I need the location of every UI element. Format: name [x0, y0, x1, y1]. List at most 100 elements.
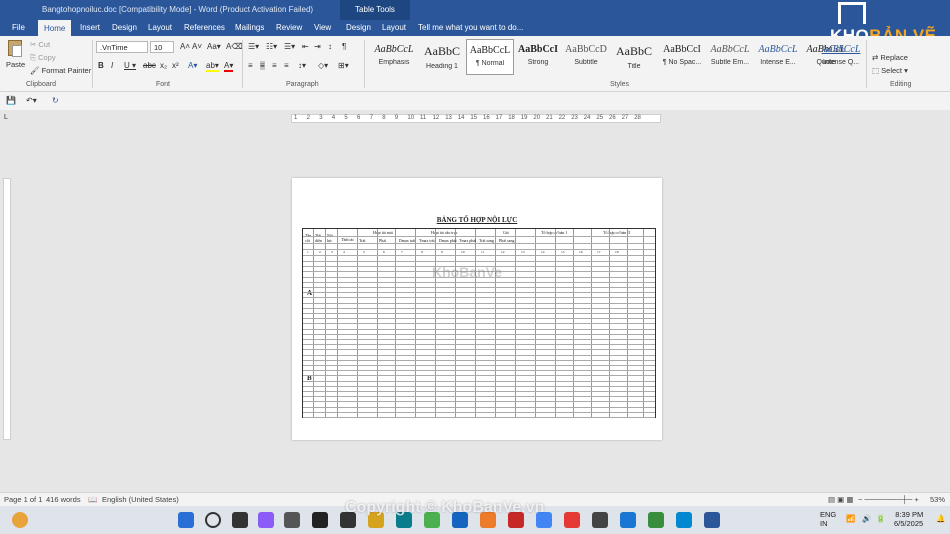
borders-button[interactable]: ⊞▾	[338, 61, 349, 70]
decrease-indent-button[interactable]: ⇤	[302, 42, 309, 51]
internal-force-table[interactable]: A B Tên cột Tiết diện Nội lực Tĩnh tải H…	[302, 228, 656, 418]
line-spacing-button[interactable]: ↕▾	[298, 61, 306, 70]
tab-table-design[interactable]: Design	[346, 22, 371, 33]
change-case-button[interactable]: Aa▾	[207, 42, 221, 51]
shading-button[interactable]: ◇▾	[318, 61, 328, 70]
clock[interactable]: 8:39 PM 6/5/2025	[894, 510, 923, 528]
horizontal-ruler[interactable]: 1 2 3 4 5 6 7 8 9 10 11 12 13 14 15 16 17 18 19 20 21 22 23 24 2…	[291, 114, 661, 123]
grow-font-button[interactable]: A˄	[180, 42, 190, 51]
language-indicator[interactable]: English (United States)	[102, 495, 179, 504]
style-subtle-emphasis[interactable]: AaBbCcL Subtle Em...	[706, 39, 754, 75]
style-intense-emphasis[interactable]: AaBbCcL Intense E...	[754, 39, 802, 75]
multilevel-list-button[interactable]: ☰▾	[284, 42, 295, 51]
table-row-line	[303, 282, 655, 283]
zoom-slider[interactable]: − ───────┼─ +	[858, 495, 919, 504]
zoom-level[interactable]: 53%	[930, 495, 945, 504]
search-icon[interactable]	[205, 512, 221, 528]
view-buttons[interactable]: ▤ ▣ ▦	[828, 495, 853, 504]
wifi-icon[interactable]: 📶	[846, 514, 855, 523]
font-name-combo[interactable]: .VnTime	[96, 41, 148, 53]
proofing-icon[interactable]: 📖	[88, 495, 97, 504]
app-icon[interactable]	[620, 512, 636, 528]
tab-mailings[interactable]: Mailings	[235, 22, 264, 33]
clear-format-icon[interactable]: A⌫	[226, 42, 243, 51]
tab-file[interactable]: File	[12, 22, 25, 33]
subscript-button[interactable]: x₂	[160, 61, 167, 70]
shrink-font-button[interactable]: A˅	[192, 42, 202, 51]
format-painter-button[interactable]: 🖌 Format Painter	[30, 66, 91, 75]
strikethrough-button[interactable]: abc	[143, 61, 156, 70]
app-icon[interactable]	[648, 512, 664, 528]
sort-button[interactable]: ↕	[328, 42, 332, 51]
tab-layout[interactable]: Layout	[148, 22, 172, 33]
italic-button[interactable]: I	[111, 61, 113, 70]
paste-icon[interactable]	[8, 40, 22, 57]
font-group-label: Font	[156, 81, 171, 88]
repeat-icon[interactable]: ↻	[52, 96, 59, 105]
align-center-button[interactable]: ≡	[260, 61, 265, 70]
table-row-line	[303, 344, 655, 345]
font-color-button[interactable]: A▾	[224, 61, 234, 72]
paste-button[interactable]: Paste	[6, 60, 25, 69]
show-marks-button[interactable]: ¶	[342, 42, 346, 51]
style-heading-1[interactable]: AaBbC Heading 1	[418, 39, 466, 75]
document-page[interactable]: BẢNG TỔ HỢP NỘI LỰC A B Tên cột Tiết diệ…	[292, 178, 662, 440]
tell-me-search[interactable]: Tell me what you want to do...	[418, 23, 523, 32]
tab-references[interactable]: References	[184, 22, 225, 33]
select-button[interactable]: ⬚ Select ▾	[872, 66, 908, 75]
align-left-button[interactable]: ≡	[248, 61, 253, 70]
notification-icon[interactable]: 🔔	[936, 514, 945, 523]
replace-button[interactable]: ⇄ Replace	[872, 53, 908, 62]
style-no-spacing[interactable]: AaBbCcI ¶ No Spac...	[658, 39, 706, 75]
text-effects-button[interactable]: A▾	[188, 61, 197, 70]
style-normal[interactable]: AaBbCcL ¶ Normal	[466, 39, 514, 75]
bullets-button[interactable]: ☰▾	[248, 42, 259, 51]
app-icon[interactable]	[312, 512, 328, 528]
copilot-icon[interactable]	[258, 512, 274, 528]
tab-design[interactable]: Design	[112, 22, 137, 33]
align-right-button[interactable]: ≡	[272, 61, 277, 70]
app-icon[interactable]	[592, 512, 608, 528]
save-icon[interactable]: 💾	[6, 96, 16, 105]
cut-label: Cut	[38, 40, 51, 49]
table-row-line	[303, 365, 655, 366]
page-count[interactable]: Page 1 of 1	[4, 495, 42, 504]
style-intense-quote[interactable]: AaBbCcL Intense Q...	[818, 39, 864, 75]
bold-button[interactable]: B	[98, 61, 104, 70]
volume-icon[interactable]: 🔊	[862, 514, 871, 523]
style-emphasis[interactable]: AaBbCcL Emphasis	[370, 39, 418, 75]
column-number: 11	[481, 250, 485, 254]
undo-icon[interactable]: ↶▾	[26, 96, 37, 105]
style-name: Emphasis	[378, 59, 410, 66]
increase-indent-button[interactable]: ⇥	[314, 42, 321, 51]
underline-button[interactable]: U ▾	[124, 61, 136, 70]
font-size-combo[interactable]: 10	[150, 41, 174, 53]
app-icon[interactable]	[676, 512, 692, 528]
style-subtitle[interactable]: AaBbCcD Subtitle	[562, 39, 610, 75]
tab-insert[interactable]: Insert	[80, 22, 100, 33]
task-view-icon[interactable]	[232, 512, 248, 528]
tab-review[interactable]: Review	[276, 22, 302, 33]
highlight-button[interactable]: ab▾	[206, 61, 219, 72]
copy-button[interactable]: ⎘ Copy	[30, 53, 56, 63]
battery-icon[interactable]: 🔋	[876, 514, 885, 523]
language-indicator-tray[interactable]: ENG IN	[820, 510, 836, 528]
style-strong[interactable]: AaBbCcI Strong	[514, 39, 562, 75]
style-title[interactable]: AaBbC Title	[610, 39, 658, 75]
superscript-button[interactable]: x²	[172, 61, 179, 70]
numbering-button[interactable]: ☷▾	[266, 42, 277, 51]
cut-button[interactable]: ✂ Cut	[30, 40, 50, 49]
tab-view[interactable]: View	[314, 22, 331, 33]
start-icon[interactable]	[178, 512, 194, 528]
tab-selector-icon[interactable]: L	[4, 114, 8, 121]
weather-icon[interactable]	[12, 512, 28, 528]
word-count[interactable]: 416 words	[46, 495, 81, 504]
word-icon[interactable]	[704, 512, 720, 528]
header-force: Nội lực	[327, 233, 333, 243]
app-icon[interactable]	[564, 512, 580, 528]
tab-table-layout[interactable]: Layout	[382, 22, 406, 33]
justify-button[interactable]: ≡	[284, 61, 289, 70]
vertical-ruler[interactable]	[3, 178, 11, 440]
tab-home[interactable]: Home	[38, 20, 72, 36]
app-icon[interactable]	[284, 512, 300, 528]
